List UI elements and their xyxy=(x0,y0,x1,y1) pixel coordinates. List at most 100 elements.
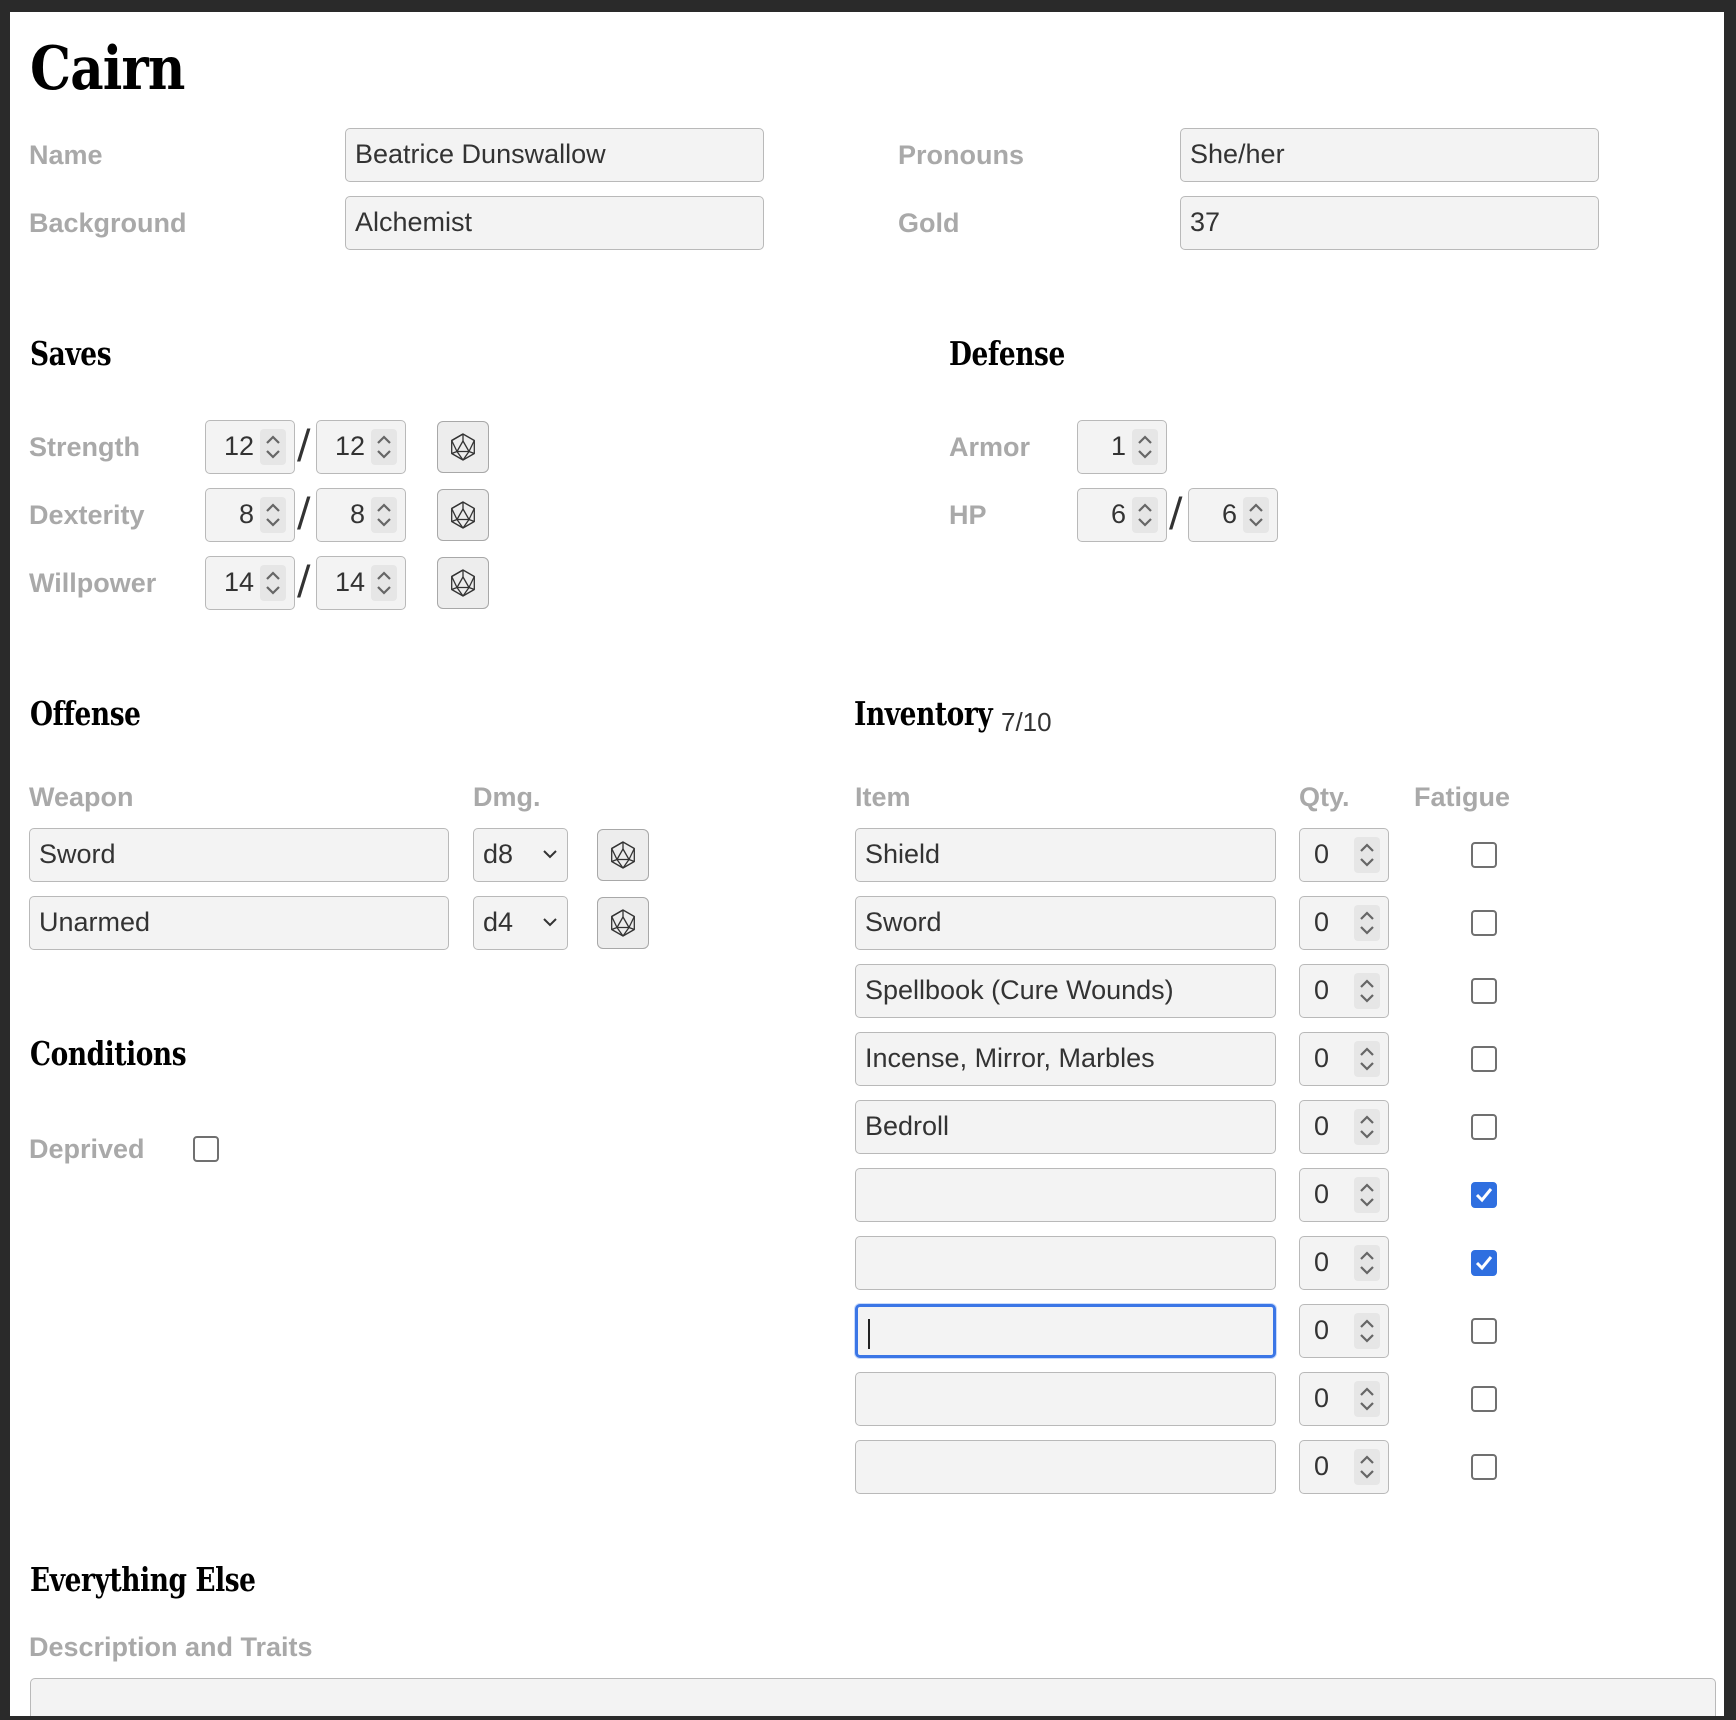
item-qty-value: 0 xyxy=(1313,1043,1329,1073)
item-name-field[interactable]: Sword xyxy=(855,896,1276,950)
spinner-arrows-icon[interactable] xyxy=(260,565,286,601)
item-qty-value: 0 xyxy=(1313,1111,1329,1141)
save-label: Willpower xyxy=(29,568,157,598)
item-qty-value: 0 xyxy=(1313,1179,1329,1209)
item-name-field[interactable] xyxy=(855,1168,1276,1222)
description-textarea[interactable] xyxy=(30,1678,1716,1716)
everything-else-title: Everything Else xyxy=(30,1560,256,1599)
deprived-checkbox[interactable] xyxy=(193,1136,219,1162)
saves-title: Saves xyxy=(30,334,112,373)
item-qty-stepper[interactable]: 0 xyxy=(1299,1372,1389,1426)
damage-value: d8 xyxy=(483,839,514,869)
spinner-arrows-icon[interactable] xyxy=(371,565,397,601)
roll-save-button[interactable] xyxy=(437,421,489,473)
fatigue-checkbox[interactable] xyxy=(1471,1386,1497,1412)
character-sheet: Cairn Name Beatrice Dunswallow Pronouns … xyxy=(10,12,1724,1716)
spinner-arrows-icon[interactable] xyxy=(371,497,397,533)
spinner-arrows-icon[interactable] xyxy=(1354,1177,1380,1213)
save-max-value: 12 xyxy=(334,431,365,461)
item-name-field[interactable]: Spellbook (Cure Wounds) xyxy=(855,964,1276,1018)
save-separator: / xyxy=(297,422,311,468)
spinner-arrows-icon[interactable] xyxy=(371,429,397,465)
spinner-arrows-icon[interactable] xyxy=(1243,497,1269,533)
save-current-stepper[interactable]: 8 xyxy=(205,488,295,542)
save-current-stepper[interactable]: 14 xyxy=(205,556,295,610)
defense-title: Defense xyxy=(949,334,1065,373)
roll-damage-button[interactable] xyxy=(597,829,649,881)
item-name-field[interactable] xyxy=(855,1372,1276,1426)
background-label: Background xyxy=(29,208,187,238)
item-name-field[interactable]: Shield xyxy=(855,828,1276,882)
spinner-arrows-icon[interactable] xyxy=(1354,905,1380,941)
inventory-count: 7/10 xyxy=(1001,707,1052,737)
description-label: Description and Traits xyxy=(29,1632,313,1662)
spinner-arrows-icon[interactable] xyxy=(1354,837,1380,873)
item-qty-value: 0 xyxy=(1313,1451,1329,1481)
roll-save-button[interactable] xyxy=(437,557,489,609)
item-name-field[interactable]: Bedroll xyxy=(855,1100,1276,1154)
item-qty-stepper[interactable]: 0 xyxy=(1299,828,1389,882)
pronouns-field[interactable]: She/her xyxy=(1180,128,1599,182)
spinner-arrows-icon[interactable] xyxy=(260,429,286,465)
spinner-arrows-icon[interactable] xyxy=(1354,1449,1380,1485)
item-qty-stepper[interactable]: 0 xyxy=(1299,964,1389,1018)
item-qty-stepper[interactable]: 0 xyxy=(1299,1032,1389,1086)
item-qty-stepper[interactable]: 0 xyxy=(1299,1100,1389,1154)
item-qty-value: 0 xyxy=(1313,1315,1329,1345)
item-name-field[interactable] xyxy=(855,1440,1276,1494)
hp-max-stepper[interactable]: 6 xyxy=(1188,488,1278,542)
item-qty-stepper[interactable]: 0 xyxy=(1299,1168,1389,1222)
save-max-stepper[interactable]: 8 xyxy=(316,488,406,542)
save-separator: / xyxy=(297,490,311,536)
damage-header: Dmg. xyxy=(473,782,541,812)
save-current-value: 14 xyxy=(223,567,254,597)
damage-select[interactable]: d4 xyxy=(473,896,568,950)
item-qty-stepper[interactable]: 0 xyxy=(1299,1304,1389,1358)
fatigue-checkbox[interactable] xyxy=(1471,1182,1497,1208)
spinner-arrows-icon[interactable] xyxy=(1354,1381,1380,1417)
spinner-arrows-icon[interactable] xyxy=(1132,497,1158,533)
weapon-name-field[interactable]: Sword xyxy=(29,828,449,882)
item-header: Item xyxy=(855,782,911,812)
roll-damage-button[interactable] xyxy=(597,897,649,949)
fatigue-checkbox[interactable] xyxy=(1471,1318,1497,1344)
spinner-arrows-icon[interactable] xyxy=(260,497,286,533)
item-qty-stepper[interactable]: 0 xyxy=(1299,896,1389,950)
fatigue-checkbox[interactable] xyxy=(1471,1250,1497,1276)
weapon-name-field[interactable]: Unarmed xyxy=(29,896,449,950)
save-max-stepper[interactable]: 14 xyxy=(316,556,406,610)
name-field[interactable]: Beatrice Dunswallow xyxy=(345,128,764,182)
save-label: Strength xyxy=(29,432,140,462)
save-current-stepper[interactable]: 12 xyxy=(205,420,295,474)
item-qty-value: 0 xyxy=(1313,975,1329,1005)
background-field[interactable]: Alchemist xyxy=(345,196,764,250)
spinner-arrows-icon[interactable] xyxy=(1132,429,1158,465)
fatigue-checkbox[interactable] xyxy=(1471,910,1497,936)
item-qty-stepper[interactable]: 0 xyxy=(1299,1236,1389,1290)
spinner-arrows-icon[interactable] xyxy=(1354,1109,1380,1145)
spinner-arrows-icon[interactable] xyxy=(1354,1245,1380,1281)
save-max-value: 8 xyxy=(349,499,365,529)
fatigue-checkbox[interactable] xyxy=(1471,1046,1497,1072)
save-max-stepper[interactable]: 12 xyxy=(316,420,406,474)
save-separator: / xyxy=(297,558,311,604)
fatigue-checkbox[interactable] xyxy=(1471,978,1497,1004)
item-qty-value: 0 xyxy=(1313,907,1329,937)
armor-stepper[interactable]: 1 xyxy=(1077,420,1167,474)
item-name-field[interactable]: Incense, Mirror, Marbles xyxy=(855,1032,1276,1086)
app-title: Cairn xyxy=(30,34,185,104)
damage-select[interactable]: d8 xyxy=(473,828,568,882)
item-qty-stepper[interactable]: 0 xyxy=(1299,1440,1389,1494)
fatigue-checkbox[interactable] xyxy=(1471,1114,1497,1140)
spinner-arrows-icon[interactable] xyxy=(1354,973,1380,1009)
item-name-field[interactable] xyxy=(855,1304,1276,1358)
item-name-field[interactable] xyxy=(855,1236,1276,1290)
gold-field[interactable]: 37 xyxy=(1180,196,1599,250)
inventory-title: Inventory xyxy=(854,694,993,733)
fatigue-checkbox[interactable] xyxy=(1471,1454,1497,1480)
fatigue-checkbox[interactable] xyxy=(1471,842,1497,868)
roll-save-button[interactable] xyxy=(437,489,489,541)
spinner-arrows-icon[interactable] xyxy=(1354,1313,1380,1349)
hp-current-stepper[interactable]: 6 xyxy=(1077,488,1167,542)
spinner-arrows-icon[interactable] xyxy=(1354,1041,1380,1077)
